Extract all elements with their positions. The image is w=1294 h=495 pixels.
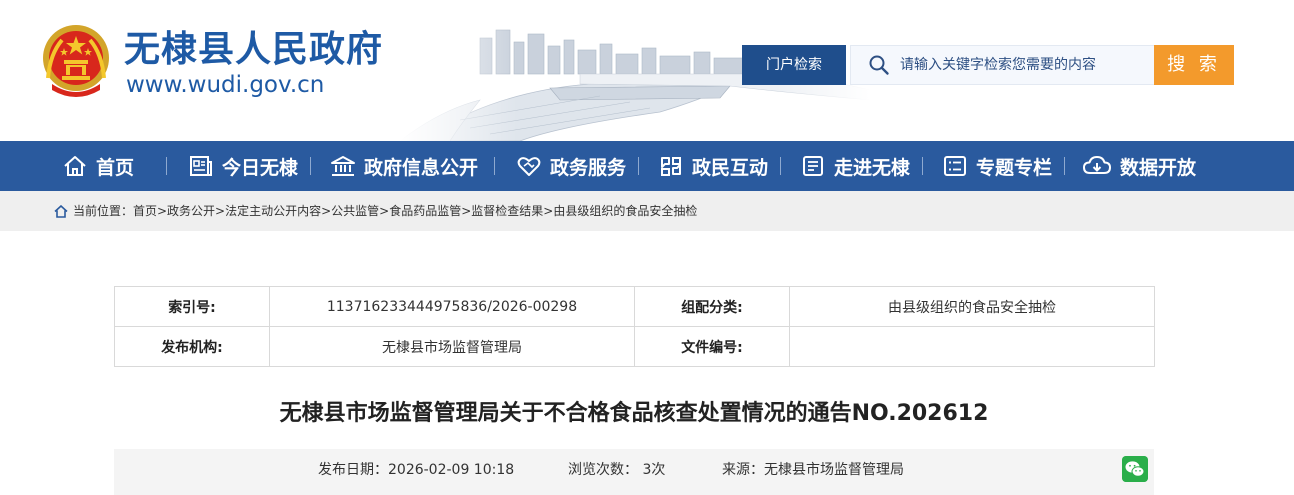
document-info-table: 索引号: 11371623344497583​6/2026-00298 组配分类… [114, 286, 1155, 367]
government-building-icon [331, 156, 355, 176]
nav-label: 首页 [96, 156, 135, 179]
nav-label: 数据开放 [1120, 156, 1197, 179]
main-nav: 首页 今日无棣 政府信息公开 政务服务 政民互动 走进无棣 专题专栏 数据开放 [0, 141, 1294, 191]
site-url[interactable]: www.wudi.gov.cn [126, 71, 324, 99]
article-title: 无棣县市场监督管理局关于不合格食品核查处置情况的通告NO.202612 [279, 401, 989, 426]
doc-no-value [789, 326, 1155, 367]
nav-divider [922, 157, 923, 175]
publish-date: 发布日期：2026-02-09 10:18 [318, 462, 515, 478]
nav-item-open-data[interactable]: 数据开放 [1082, 141, 1196, 191]
table-row: 发布机构: 无棣县市场监督管理局 文件编号: [114, 326, 1155, 367]
list-icon [944, 156, 966, 176]
nav-divider [780, 157, 781, 175]
home-icon [54, 205, 68, 218]
search-button[interactable]: 搜 索 [1154, 45, 1234, 85]
nav-item-today-wudi[interactable]: 今日无棣 [188, 141, 298, 191]
publisher-label: 发布机构: [114, 326, 270, 367]
nav-item-about-wudi[interactable]: 走进无棣 [800, 141, 910, 191]
breadcrumb[interactable]: 当前位置：首页>政务公开>法定主动公开内容>公共监管>食品药品监管>监督检查结果… [73, 191, 697, 231]
newspaper-icon [190, 156, 212, 176]
table-row: 索引号: 11371623344497583​6/2026-00298 组配分类… [114, 286, 1155, 327]
article-source: 来源：无棣县市场监督管理局 [722, 462, 904, 478]
site-header: 无棣县人民政府 www.wudi.gov.cn 门户检索 请输入关键字检索您需要… [0, 0, 1294, 141]
index-value: 11371623344497583​6/2026-00298 [269, 286, 635, 327]
nav-item-home[interactable]: 首页 [62, 141, 134, 191]
publisher-value: 无棣县市场监督管理局 [269, 326, 635, 367]
handshake-heart-icon [517, 157, 541, 176]
nav-label: 政民互动 [692, 156, 769, 179]
nav-item-gov-services[interactable]: 政务服务 [516, 141, 626, 191]
nav-divider [166, 157, 167, 175]
index-label: 索引号: [114, 286, 270, 327]
category-label: 组配分类: [634, 286, 790, 327]
view-count: 浏览次数： 3次 [568, 462, 666, 478]
nav-divider [310, 157, 311, 175]
doc-no-label: 文件编号: [634, 326, 790, 367]
nav-divider [638, 157, 639, 175]
site-title[interactable]: 无棣县人民政府 [124, 28, 383, 72]
search-icon [869, 55, 889, 75]
interaction-icon [661, 157, 681, 176]
search-placeholder[interactable]: 请输入关键字检索您需要的内容 [900, 45, 1096, 85]
nav-label: 政府信息公开 [364, 156, 479, 179]
portal-search-button[interactable]: 门户检索 [742, 45, 846, 85]
cloud-download-icon [1083, 156, 1111, 174]
nav-divider [494, 157, 495, 175]
nav-item-gov-info[interactable]: 政府信息公开 [330, 141, 478, 191]
document-list-icon [803, 156, 823, 176]
nav-item-interaction[interactable]: 政民互动 [658, 141, 768, 191]
wechat-share-icon[interactable] [1122, 456, 1148, 482]
nav-label: 政务服务 [550, 156, 627, 179]
nav-label: 走进无棣 [834, 156, 911, 179]
nav-item-special-topics[interactable]: 专题专栏 [942, 141, 1052, 191]
nav-label: 今日无棣 [222, 156, 299, 179]
national-emblem-logo [43, 25, 109, 97]
nav-label: 专题专栏 [976, 156, 1053, 179]
home-icon [64, 156, 86, 176]
nav-divider [1064, 157, 1065, 175]
category-value: 由县级组织的食品安全抽检 [789, 286, 1155, 327]
